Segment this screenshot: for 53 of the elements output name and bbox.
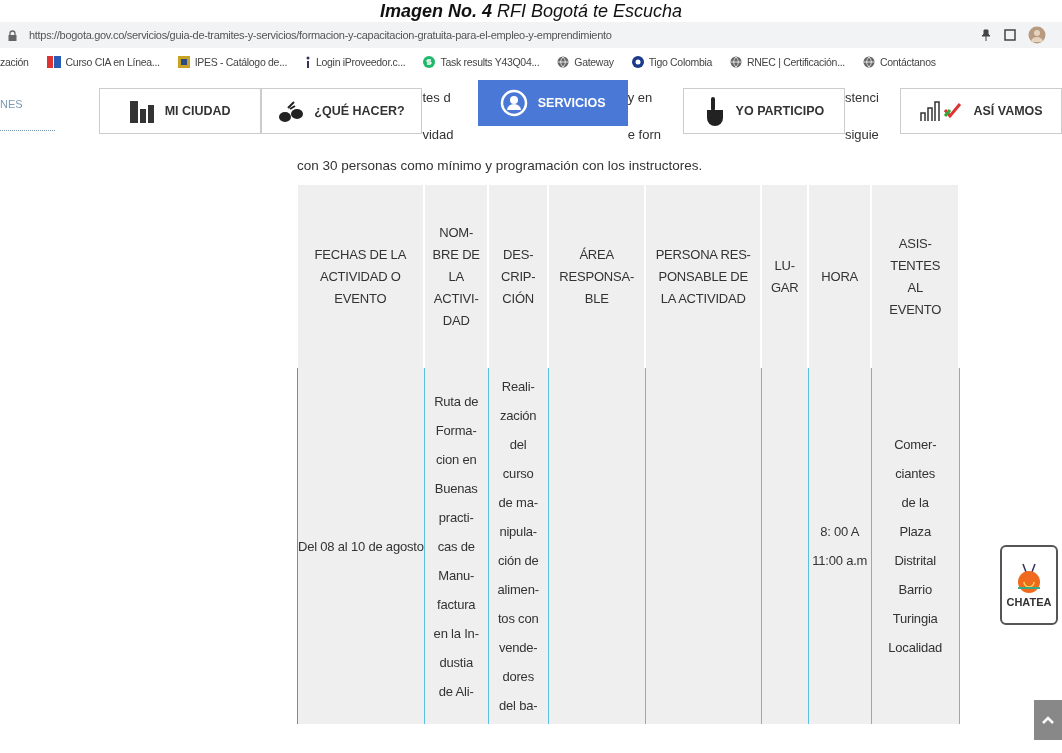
cut-off-text: stenci <box>844 90 880 105</box>
globe-icon <box>730 56 743 68</box>
cut-off-text: vidad <box>422 127 455 142</box>
scroll-top-button[interactable] <box>1034 700 1062 740</box>
user-circle-icon <box>499 89 528 117</box>
column-header: ÁREA RESPONSA- BLE <box>559 245 635 308</box>
column-header: DES- CRIP- CIÓN <box>501 245 536 308</box>
buildings-icon <box>128 99 155 123</box>
column-header: ASIS- TENTES AL EVENTO <box>889 234 942 319</box>
cut-off-text: y en <box>627 90 654 105</box>
globe-icon <box>863 56 875 68</box>
bookmark-item[interactable]: Gateway <box>557 56 614 68</box>
nav-button[interactable]: SERVICIOS <box>477 80 628 126</box>
bookmark-item[interactable]: Curso CIA en Línea... <box>46 56 160 68</box>
nav-button[interactable]: ASÍ VAMOS <box>900 88 1062 134</box>
column-header: NOM- BRE DE LA ACTIVI- DAD <box>432 223 480 330</box>
bookmark-item[interactable]: Login iProveedor.c... <box>305 56 406 68</box>
table-cell-text: Comer- ciantes de la Plaza Distrital Barrio Turingia Localidad <box>888 436 943 657</box>
table-cell-text: Del 08 al 10 de agosto <box>298 537 424 556</box>
column-header: FECHAS DE LA ACTIVIDAD O EVENTO <box>314 245 407 308</box>
window-icon[interactable] <box>1004 29 1016 41</box>
column-header: HORA <box>821 267 859 286</box>
info-icon <box>305 56 311 68</box>
bookmark-item[interactable]: IPES - Catálogo de... <box>177 56 287 68</box>
table-cell-text: Reali- zación del curso de ma- nipula- ción de alimen- tos con vende- dores del ba- <box>497 378 539 715</box>
paragraph: con 30 personas como mínimo y programación con los instructores. <box>297 158 704 173</box>
circle-logo-icon <box>631 56 644 68</box>
globe-icon <box>557 56 570 68</box>
bookmark-item[interactable]: Contáctanos <box>863 56 936 68</box>
lock-icon <box>8 29 17 41</box>
bookmark-item[interactable]: RNEC | Certificación... <box>730 56 845 68</box>
table-cell-text: 8: 00 A 11:00 a.m <box>812 523 868 570</box>
column-header: LU- GAR <box>770 256 799 297</box>
chat-widget[interactable]: CHATEA <box>1000 545 1058 625</box>
nav-button[interactable]: ¿QUÉ HACER? <box>260 88 423 134</box>
cut-off-text: e forn <box>627 127 662 142</box>
column-header: PERSONA RES- PONSABLE DE LA ACTIVIDAD <box>655 245 751 308</box>
pin-icon[interactable] <box>980 29 992 41</box>
nav-button[interactable]: MI CIUDAD <box>98 88 261 134</box>
bar-chart-icon <box>919 100 964 122</box>
table-cell-text: Ruta de Forma- cion en Buenas practi- cas de Manu- factura en la In- dustia de Ali- <box>433 392 479 701</box>
bookmark-item[interactable]: zación <box>0 56 29 68</box>
chevron-up-icon <box>1042 716 1054 724</box>
bookmark-item[interactable]: Tigo Colombia <box>631 56 713 68</box>
shoes-icon <box>278 99 305 123</box>
nav-button[interactable]: YO PARTICIPO <box>683 88 845 134</box>
emblem-icon <box>177 56 190 68</box>
cut-off-text: tes d <box>422 90 452 105</box>
s-circle-icon <box>423 56 436 68</box>
bookmark-item[interactable]: Task results Y43Q04... <box>423 56 540 68</box>
logo-icon <box>46 56 61 68</box>
cut-off-text: siguie <box>844 127 880 142</box>
figure-caption: Imagen No. 4 RFI Bogotá te Escucha <box>378 0 684 22</box>
